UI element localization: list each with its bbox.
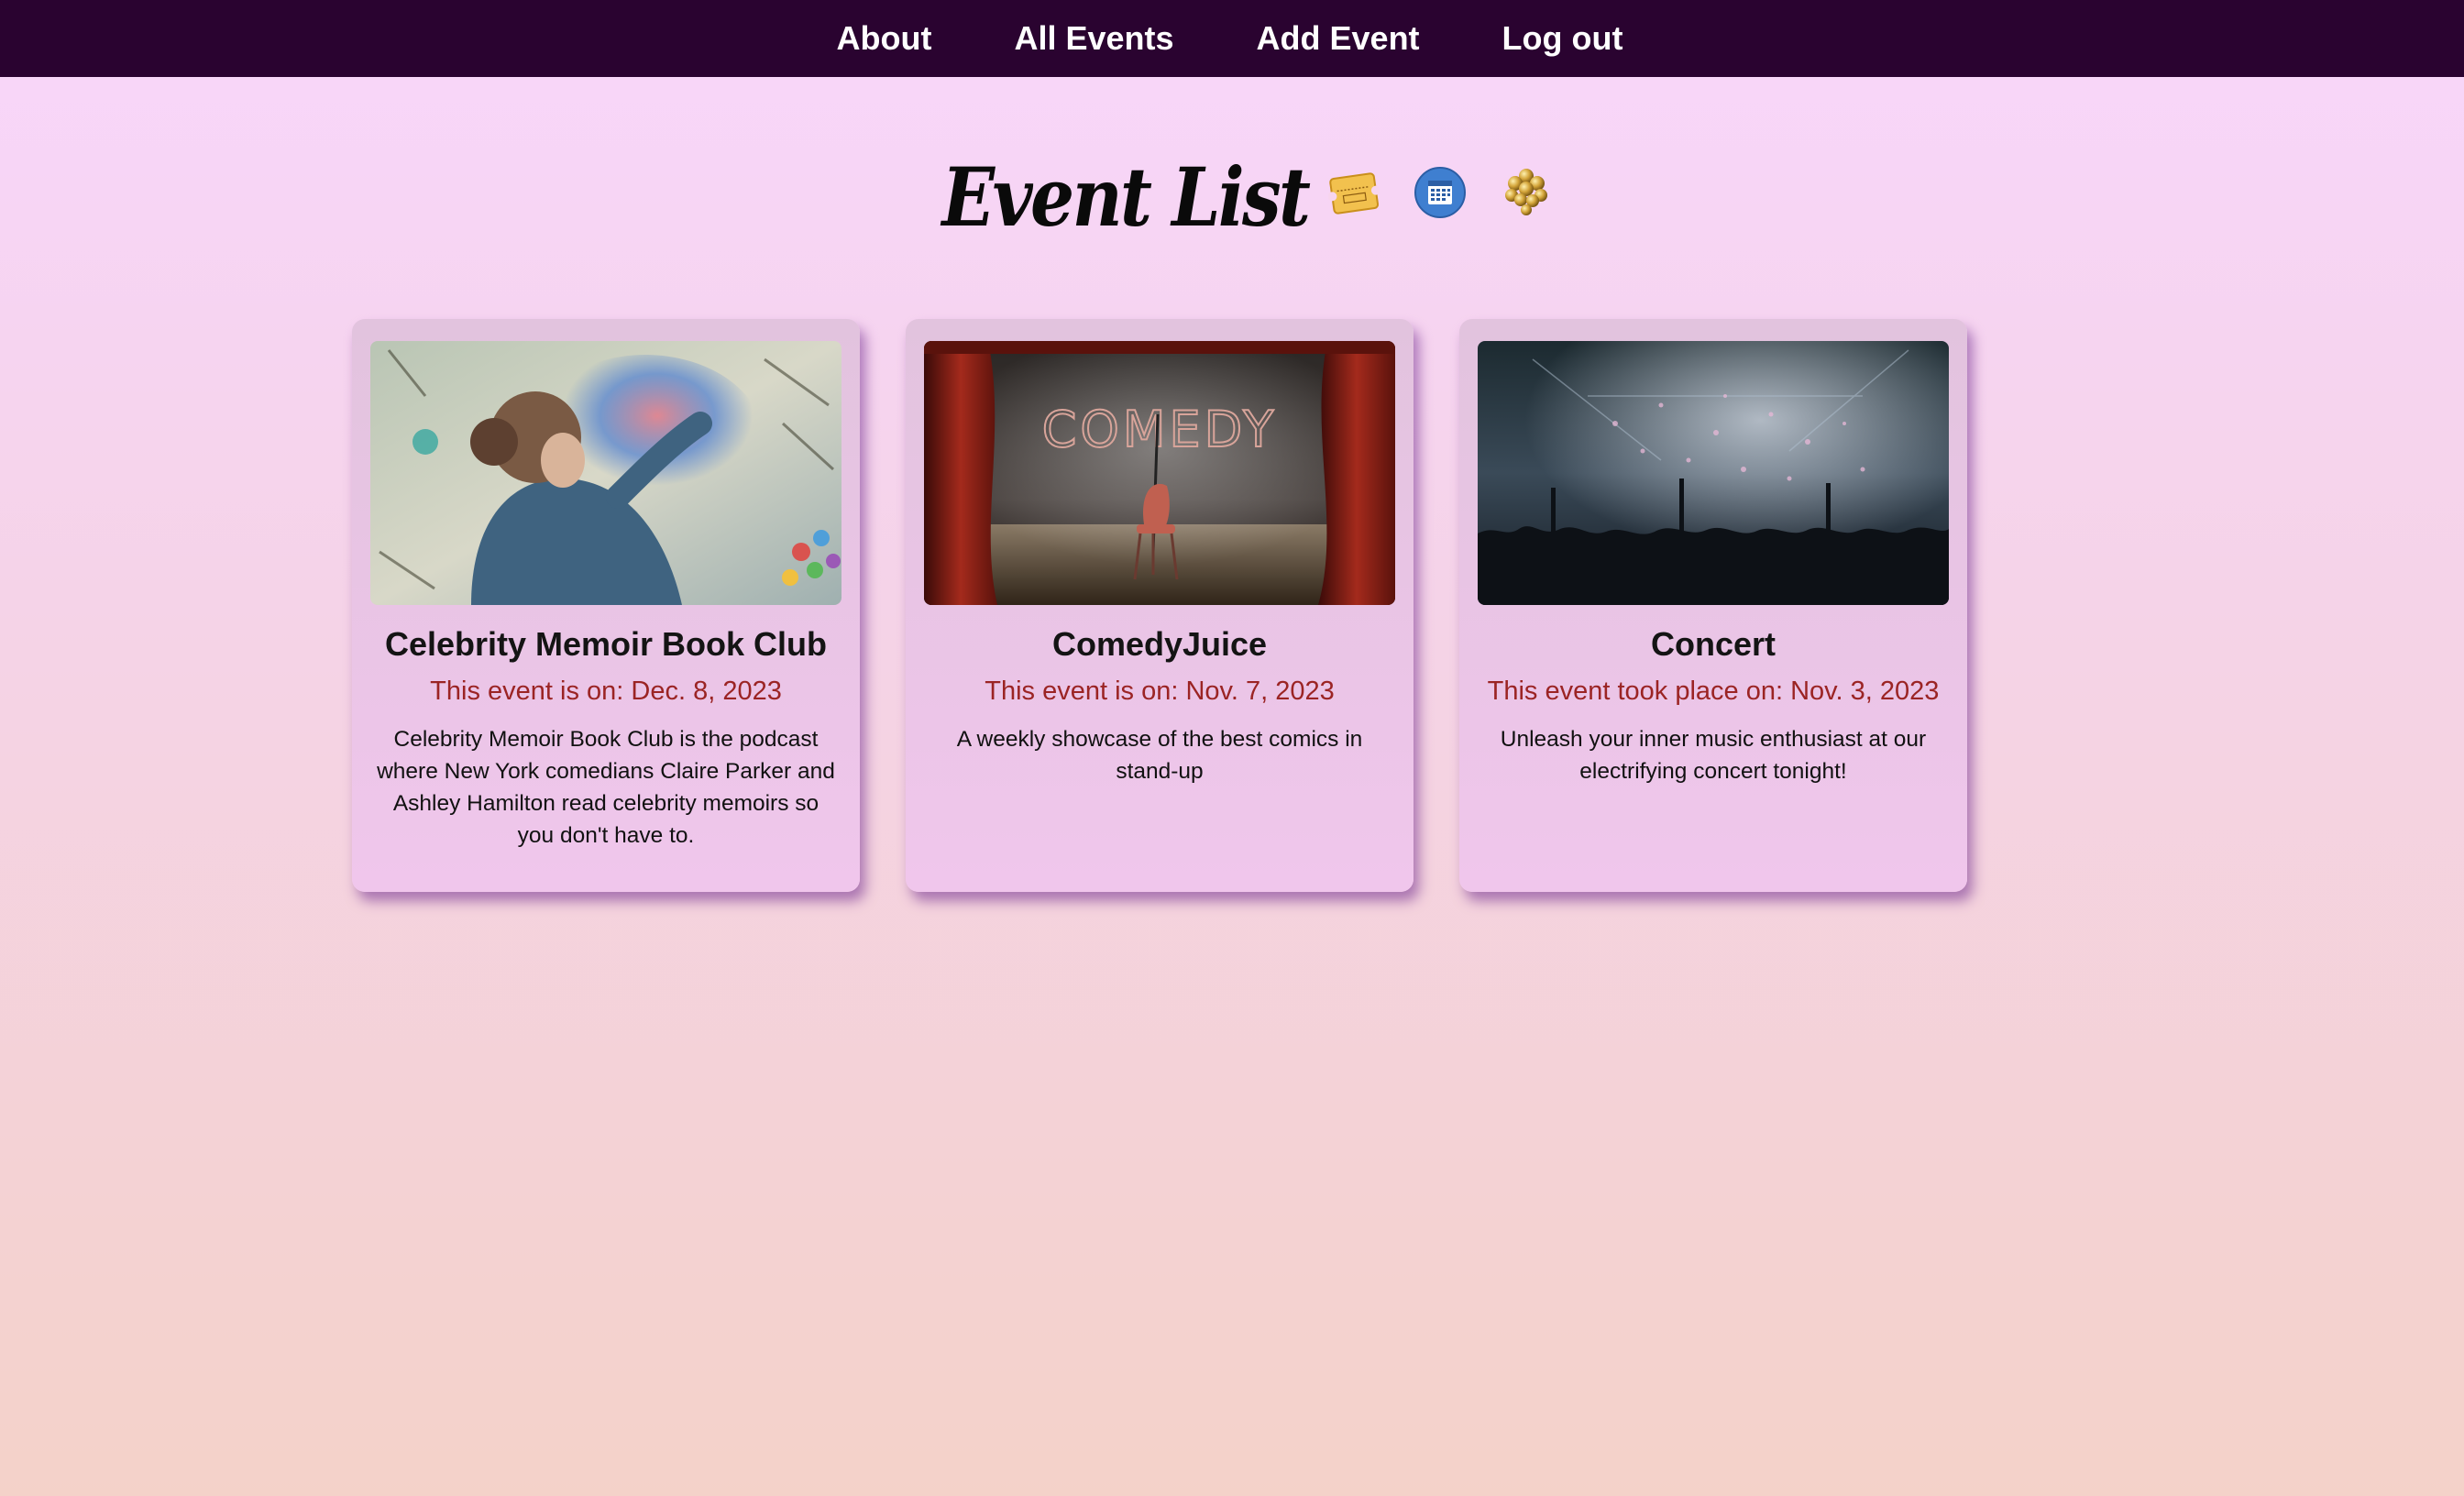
title-row: Event List bbox=[0, 138, 2464, 257]
ticket-icon bbox=[1327, 167, 1381, 218]
event-description: Unleash your inner music enthusiast at o… bbox=[1500, 727, 1927, 784]
nav-logout-link[interactable]: Log out bbox=[1461, 0, 1665, 77]
event-title[interactable]: Concert bbox=[1651, 625, 1776, 664]
calendar-icon bbox=[1414, 167, 1467, 218]
event-card[interactable]: Concert This event took place on: Nov. 3… bbox=[1459, 319, 1967, 892]
nav-all-events-link[interactable]: All Events bbox=[973, 0, 1215, 77]
page-title: Event List bbox=[941, 149, 1310, 245]
event-date: This event is on: Dec. 8, 2023 bbox=[430, 676, 782, 706]
event-title[interactable]: ComedyJuice bbox=[1052, 625, 1267, 664]
artist-painting-image bbox=[370, 341, 842, 605]
event-date: This event is on: Nov. 7, 2023 bbox=[984, 676, 1335, 706]
balloons-icon bbox=[1501, 167, 1552, 218]
title-icons bbox=[1327, 167, 1552, 218]
top-navbar: About All Events Add Event Log out bbox=[0, 0, 2464, 77]
nav-about-link[interactable]: About bbox=[796, 0, 974, 77]
comedy-sign-text: COMEDY bbox=[1042, 401, 1278, 458]
concert-crowd-image bbox=[1478, 341, 1949, 605]
nav-links: About All Events Add Event Log out bbox=[796, 0, 1665, 77]
event-description: Celebrity Memoir Book Club is the podcas… bbox=[377, 727, 835, 848]
event-title[interactable]: Celebrity Memoir Book Club bbox=[385, 625, 827, 664]
event-card[interactable]: Celebrity Memoir Book Club This event is… bbox=[352, 319, 860, 892]
event-card-list: Celebrity Memoir Book Club This event is… bbox=[352, 319, 1967, 892]
event-card[interactable]: COMEDY ComedyJuice This event is on: Nov… bbox=[906, 319, 1414, 892]
nav-add-event-link[interactable]: Add Event bbox=[1216, 0, 1461, 77]
comedy-stage-image: COMEDY bbox=[924, 341, 1395, 605]
event-description: A weekly showcase of the best comics in … bbox=[956, 727, 1363, 784]
event-date: This event took place on: Nov. 3, 2023 bbox=[1487, 676, 1940, 706]
